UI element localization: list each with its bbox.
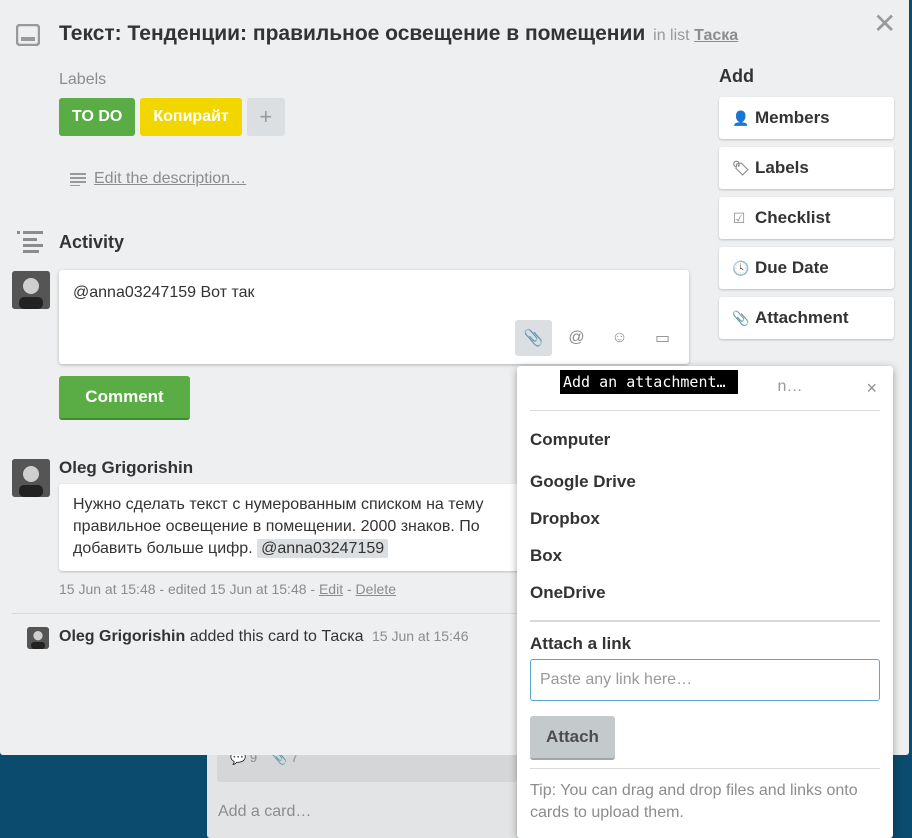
label-todo[interactable]: TO DO	[59, 98, 136, 136]
avatar[interactable]	[27, 627, 49, 649]
added-author[interactable]: Oleg Grigorishin	[59, 628, 185, 645]
edit-description[interactable]: Edit the description…	[70, 170, 246, 188]
labels-row: TO DO Копирайт +	[59, 98, 285, 136]
paperclip-icon: 📎	[732, 309, 750, 326]
attach-link-input[interactable]	[530, 659, 880, 701]
divider	[12, 613, 517, 614]
comment-input[interactable]: @anna03247159 Вот так 📎 @ ☺ ▭	[59, 270, 689, 364]
list-name-link[interactable]: Таска	[694, 27, 738, 44]
comment-button[interactable]: Comment	[59, 376, 190, 420]
checkbox-icon: ☑	[732, 209, 746, 226]
avatar[interactable]	[12, 271, 50, 309]
comment-toolbar: 📎 @ ☺ ▭	[515, 320, 681, 356]
card-link-icon[interactable]: ▭	[644, 320, 681, 356]
add-card-link[interactable]: Add a card…	[218, 803, 311, 821]
mention-icon[interactable]: @	[558, 320, 595, 356]
members-button[interactable]: 👤 Members	[719, 97, 894, 139]
card-icon	[16, 24, 40, 46]
source-google-drive[interactable]: Google Drive	[530, 472, 636, 492]
emoji-icon[interactable]: ☺	[601, 320, 638, 356]
attachment-tooltip: Add an attachment…	[560, 370, 738, 394]
attachment-button[interactable]: 📎 Attachment	[719, 297, 894, 339]
attachment-icon[interactable]: 📎	[515, 320, 552, 356]
add-heading: Add	[719, 66, 754, 86]
labels-heading: Labels	[59, 71, 107, 88]
attachment-popover: n… × Computer Google Drive Dropbox Box O…	[517, 366, 893, 838]
comment-author[interactable]: Oleg Grigorishin	[59, 458, 193, 478]
labels-button[interactable]: 🏷 Labels	[719, 147, 894, 189]
activity-added-entry: Oleg Grigorishin added this card to Таск…	[59, 628, 469, 645]
activity-icon	[17, 231, 43, 253]
popover-close-icon[interactable]: ×	[866, 378, 877, 399]
attach-button[interactable]: Attach	[530, 716, 615, 760]
source-dropbox[interactable]: Dropbox	[530, 509, 600, 529]
divider	[530, 620, 880, 622]
edit-comment-link[interactable]: Edit	[319, 581, 343, 597]
mention-chip[interactable]: @anna03247159	[257, 539, 389, 558]
divider	[530, 410, 880, 411]
checklist-button[interactable]: ☑ Checklist	[719, 197, 894, 239]
source-box[interactable]: Box	[530, 546, 562, 566]
source-computer[interactable]: Computer	[530, 430, 610, 450]
label-copywrite[interactable]: Копирайт	[140, 98, 242, 136]
avatar[interactable]	[12, 459, 50, 497]
divider	[530, 768, 880, 769]
tag-icon: 🏷	[732, 159, 750, 176]
comment-body: Нужно сделать текст с нумерованным списк…	[59, 484, 529, 571]
attach-link-heading: Attach a link	[530, 634, 632, 653]
comment-meta: 15 Jun at 15:48 - edited 15 Jun at 15:48…	[59, 581, 397, 597]
upload-tip: Tip: You can drag and drop files and lin…	[530, 782, 858, 821]
clock-icon: 🕓	[732, 259, 750, 276]
close-icon[interactable]: ✕	[873, 10, 896, 38]
delete-comment-link[interactable]: Delete	[356, 581, 396, 597]
source-onedrive[interactable]: OneDrive	[530, 583, 606, 603]
activity-heading: Activity	[59, 232, 125, 252]
description-icon	[70, 173, 86, 186]
add-label-button[interactable]: +	[246, 98, 285, 136]
added-timestamp[interactable]: 15 Jun at 15:46	[372, 628, 469, 644]
person-icon: 👤	[732, 109, 750, 126]
comment-draft-text: @anna03247159 Вот так	[73, 284, 255, 301]
due-date-button[interactable]: 🕓 Due Date	[719, 247, 894, 289]
card-title[interactable]: Текст: Тенденции: правильное освещение в…	[59, 22, 738, 46]
